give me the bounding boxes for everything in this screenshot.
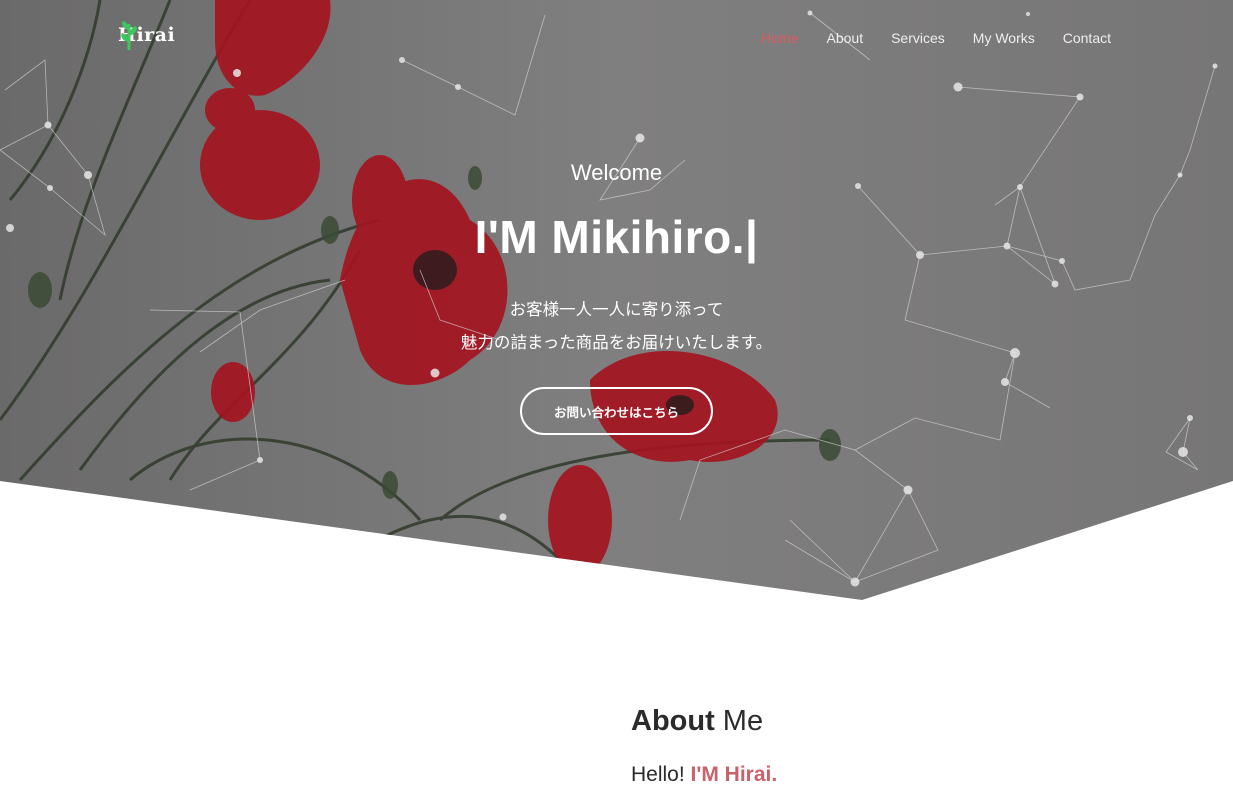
hero-section: Hirai Home About Services My Works Conta… bbox=[0, 0, 1233, 600]
greeting-name: I'M Hirai. bbox=[690, 763, 778, 786]
nav-services[interactable]: Services bbox=[891, 30, 945, 46]
about-title: About Me bbox=[631, 705, 763, 738]
nav-my-works[interactable]: My Works bbox=[973, 30, 1035, 46]
logo[interactable]: Hirai bbox=[118, 20, 175, 50]
welcome-text: Welcome bbox=[570, 160, 663, 185]
about-greeting: Hello! I'M Hirai. bbox=[631, 763, 777, 787]
tagline-line-1: お客様一人一人に寄り添って bbox=[509, 300, 724, 319]
hero-headline: I'M Mikihiro.| bbox=[474, 211, 759, 263]
nav-contact[interactable]: Contact bbox=[1063, 30, 1111, 46]
hero-tagline: お客様一人一人に寄り添って 魅力の詰まった商品をお届けいたします。 bbox=[0, 293, 1233, 359]
green-plant-icon bbox=[121, 21, 137, 50]
tagline-line-2: 魅力の詰まった商品をお届けいたします。 bbox=[460, 333, 773, 352]
nav-home[interactable]: Home bbox=[761, 30, 798, 46]
greeting-text: Hello! bbox=[631, 763, 691, 786]
contact-cta-button[interactable]: お問い合わせはこちら bbox=[520, 387, 713, 435]
main-nav: Home About Services My Works Contact bbox=[761, 30, 1111, 46]
nav-about[interactable]: About bbox=[827, 30, 864, 46]
about-title-rest: Me bbox=[714, 705, 764, 737]
about-title-bold: About bbox=[631, 705, 715, 737]
